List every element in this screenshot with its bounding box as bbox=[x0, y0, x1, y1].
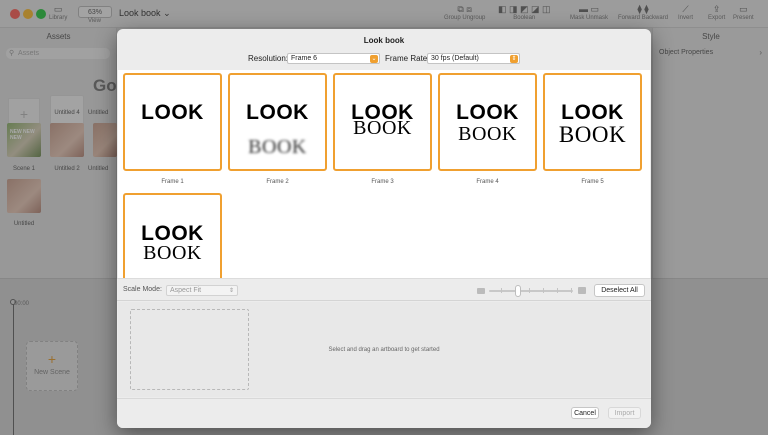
drop-hint-text: Select and drag an artboard to get start… bbox=[328, 347, 440, 353]
options-row: Resolution: Frame 6 ⌄ Frame Rate: 30 fps… bbox=[117, 53, 651, 67]
frame-label: Frame 2 bbox=[266, 179, 289, 185]
frame-book-text: BOOK bbox=[248, 136, 307, 158]
large-thumbnail-icon bbox=[578, 287, 586, 294]
slider-tick bbox=[543, 288, 544, 293]
frame-rate-value: 30 fps (Default) bbox=[431, 55, 479, 62]
small-thumbnail-icon bbox=[477, 288, 485, 294]
drop-zone[interactable] bbox=[130, 309, 249, 390]
scale-controls: Scale Mode: Aspect Fit ⇕ Deselect All bbox=[117, 278, 651, 301]
frame-book-text: BOOK bbox=[558, 122, 627, 147]
frame-card[interactable]: LOOK BOOK bbox=[543, 73, 642, 171]
slider-tick bbox=[557, 288, 558, 293]
dialog-title: Look book bbox=[363, 36, 405, 45]
resolution-select[interactable]: Frame 6 ⌄ bbox=[287, 53, 380, 64]
frame-label: Frame 1 bbox=[161, 179, 184, 185]
import-dialog: Look book Resolution: Frame 6 ⌄ Frame Ra… bbox=[117, 29, 651, 428]
frame-book-text: BOOK bbox=[458, 123, 517, 145]
frame-look-text: LOOK bbox=[246, 101, 309, 124]
artboard-drop-area[interactable]: Select and drag an artboard to get start… bbox=[118, 302, 650, 397]
frame-card[interactable]: LOOK BOOK bbox=[228, 73, 327, 171]
dialog-footer: Cancel Import bbox=[117, 398, 651, 428]
slider-tick bbox=[571, 288, 572, 293]
cancel-button[interactable]: Cancel bbox=[571, 407, 599, 419]
frame-look-text: LOOK bbox=[456, 101, 519, 124]
deselect-all-button[interactable]: Deselect All bbox=[594, 284, 645, 297]
frame-card[interactable]: LOOK BOOK bbox=[438, 73, 537, 171]
import-button[interactable]: Import bbox=[608, 407, 641, 419]
scale-mode-select[interactable]: Aspect Fit ⇕ bbox=[166, 285, 238, 296]
stepper-icon: ⇕ bbox=[228, 288, 234, 294]
resolution-label: Resolution: bbox=[248, 54, 289, 63]
chevron-down-icon: ⌄ bbox=[370, 55, 378, 63]
slider-thumb[interactable] bbox=[515, 285, 521, 297]
frame-look-text: LOOK bbox=[141, 101, 204, 124]
resolution-value: Frame 6 bbox=[291, 55, 318, 62]
frame-book-text: BOOK bbox=[143, 242, 202, 264]
scale-mode-label: Scale Mode: bbox=[123, 286, 162, 293]
frame-rate-select[interactable]: 30 fps (Default) ⇕ bbox=[427, 53, 520, 64]
stepper-icon: ⇕ bbox=[510, 55, 518, 63]
frame-card[interactable]: LOOK bbox=[123, 73, 222, 171]
slider-tick bbox=[501, 288, 502, 293]
slider-tick bbox=[529, 288, 530, 293]
frame-card[interactable]: LOOK BOOK bbox=[333, 73, 432, 171]
scale-mode-value: Aspect Fit bbox=[170, 287, 202, 294]
frame-label: Frame 5 bbox=[581, 179, 604, 185]
frame-label: Frame 3 bbox=[371, 179, 394, 185]
frame-card[interactable]: LOOK BOOK bbox=[123, 193, 222, 283]
frames-grid: LOOK Frame 1 LOOK BOOK Frame 2 LOOK BOOK… bbox=[118, 70, 650, 283]
frame-book-text: BOOK bbox=[353, 117, 412, 139]
frame-label: Frame 4 bbox=[476, 179, 499, 185]
frame-rate-label: Frame Rate: bbox=[385, 54, 430, 63]
